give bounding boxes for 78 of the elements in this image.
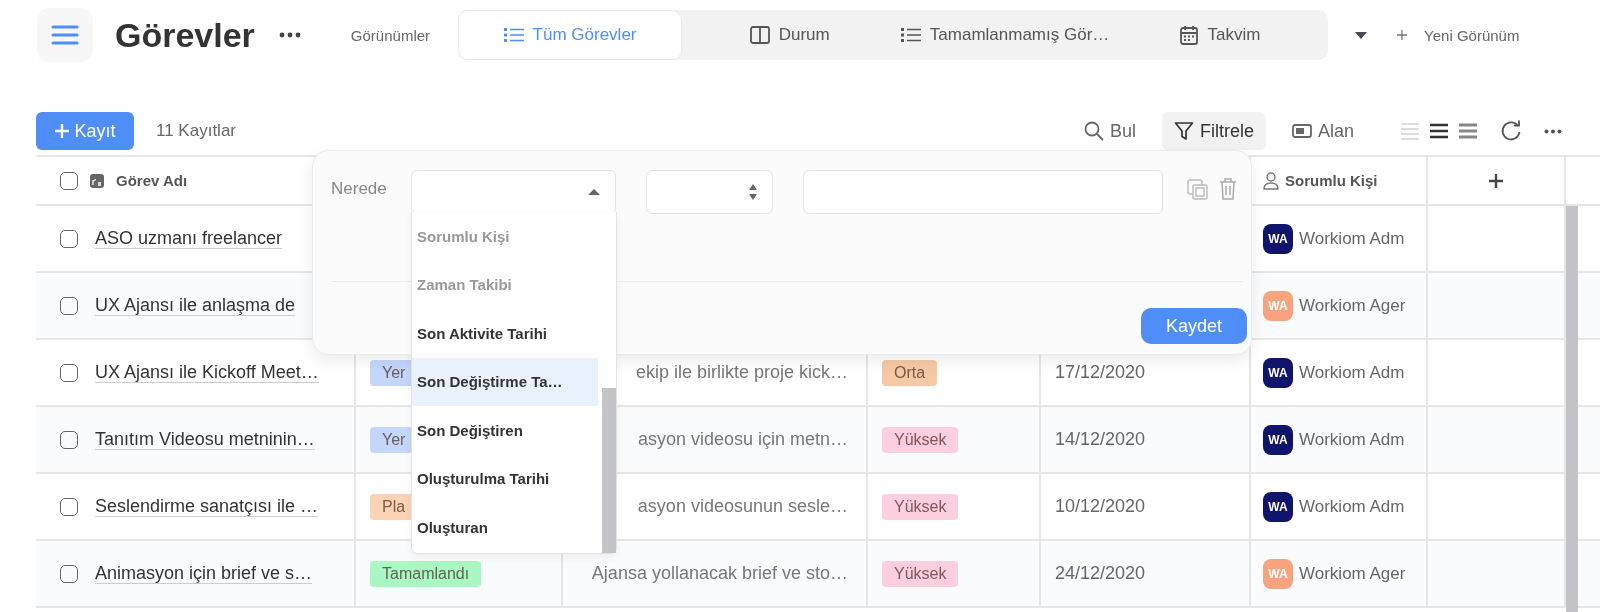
table-cell: ekip ile birlikte proje kick… <box>635 362 848 383</box>
more-icon[interactable] <box>1544 128 1562 134</box>
search-icon <box>1083 121 1104 141</box>
table-cell: 10/12/2020 <box>1055 496 1146 517</box>
status-tag: Tamamlandı <box>370 560 482 587</box>
row-checkbox[interactable] <box>60 363 78 382</box>
card-icon <box>1291 123 1312 139</box>
row-checkbox[interactable] <box>60 430 78 449</box>
menu-button[interactable] <box>37 8 93 62</box>
task-name[interactable]: ASO uzmanı freelancer <box>95 228 283 249</box>
person-icon <box>1263 171 1279 190</box>
where-label: Nerede <box>331 179 387 199</box>
select-all-checkbox[interactable] <box>60 171 78 190</box>
column-header[interactable]: Görev Adı <box>116 172 188 189</box>
views-label: Görünümler <box>350 26 431 44</box>
calendar-icon <box>1180 25 1199 45</box>
find-button[interactable]: Bul <box>1071 112 1148 150</box>
refresh-icon[interactable] <box>1500 120 1522 142</box>
person-name: Workiom Adm <box>1299 228 1405 249</box>
person-name: Workiom Adm <box>1299 429 1405 450</box>
text-field-icon <box>90 173 104 188</box>
more-icon[interactable] <box>278 32 301 38</box>
caret-icon <box>587 188 601 196</box>
scrollbar[interactable] <box>1566 206 1578 612</box>
sort-arrows-icon <box>748 183 758 201</box>
task-name[interactable]: UX Ajansı ile anlaşma de <box>95 295 296 316</box>
priority-tag: Orta <box>882 359 938 386</box>
task-name[interactable]: Seslendirme sanatçısı ile … <box>95 496 319 517</box>
plus-icon <box>54 123 71 139</box>
person-name: Workiom Ager <box>1299 563 1406 584</box>
funnel-icon <box>1173 121 1194 141</box>
avatar: WA <box>1263 424 1293 455</box>
task-name[interactable]: UX Ajansı ile Kickoff Meet… <box>95 362 319 383</box>
field-select[interactable] <box>411 170 616 214</box>
person-name: Workiom Adm <box>1299 362 1405 383</box>
row-density-icon[interactable] <box>1429 122 1449 140</box>
scrollbar[interactable] <box>602 388 616 553</box>
avatar: WA <box>1263 558 1293 589</box>
view-tab[interactable]: Tamamlanmamış Gör… <box>897 10 1113 60</box>
menu-icon <box>51 24 79 46</box>
row-checkbox[interactable] <box>60 497 78 516</box>
add-column-icon[interactable] <box>1488 172 1504 189</box>
view-tab[interactable]: Takvim <box>1112 10 1329 60</box>
priority-tag: Yüksek <box>882 426 959 453</box>
plus-icon <box>1396 29 1409 41</box>
new-view-button[interactable]: Yeni Görünüm <box>1396 26 1520 44</box>
table-cell: Ajansa yollanacak brief ve sto… <box>591 563 848 584</box>
avatar: WA <box>1263 290 1293 321</box>
page-title: Görevler <box>115 15 255 55</box>
person-name: Workiom Adm <box>1299 496 1405 517</box>
list-icon <box>900 27 921 43</box>
table-cell: 24/12/2020 <box>1055 563 1146 584</box>
column-header[interactable]: Sorumlu Kişi <box>1285 172 1378 189</box>
row-checkbox[interactable] <box>60 229 78 248</box>
view-tab[interactable]: Durum <box>682 10 898 60</box>
row-checkbox[interactable] <box>60 564 78 583</box>
table-cell: 14/12/2020 <box>1055 429 1146 450</box>
dropdown-option[interactable]: Son Aktivite Tarihi <box>412 309 598 358</box>
priority-tag: Yüksek <box>882 560 959 587</box>
table-cell: 17/12/2020 <box>1055 362 1146 383</box>
priority-tag: Yüksek <box>882 493 959 520</box>
table-cell: asyon videosunun sesle… <box>637 496 848 517</box>
table-cell: asyon videosu için metn… <box>637 429 848 450</box>
dropdown-option[interactable]: Son Değiştirme Ta… <box>412 357 598 406</box>
value-field[interactable] <box>803 170 1163 214</box>
row-checkbox[interactable] <box>60 296 78 315</box>
avatar: WA <box>1263 491 1293 522</box>
avatar: WA <box>1263 223 1293 254</box>
avatar: WA <box>1263 357 1293 388</box>
task-name[interactable]: Animasyon için brief ve s… <box>95 563 313 584</box>
task-name[interactable]: Tanıtım Videosu metninin… <box>95 429 315 450</box>
filter-button[interactable]: Filtrele <box>1161 112 1266 150</box>
caret-icon[interactable] <box>1354 30 1369 40</box>
list-icon <box>503 27 524 43</box>
person-name: Workiom Ager <box>1299 295 1406 316</box>
record-count: 11 Kayıtlar <box>156 121 236 141</box>
columns-icon <box>749 26 770 44</box>
fields-button[interactable]: Alan <box>1279 112 1366 150</box>
